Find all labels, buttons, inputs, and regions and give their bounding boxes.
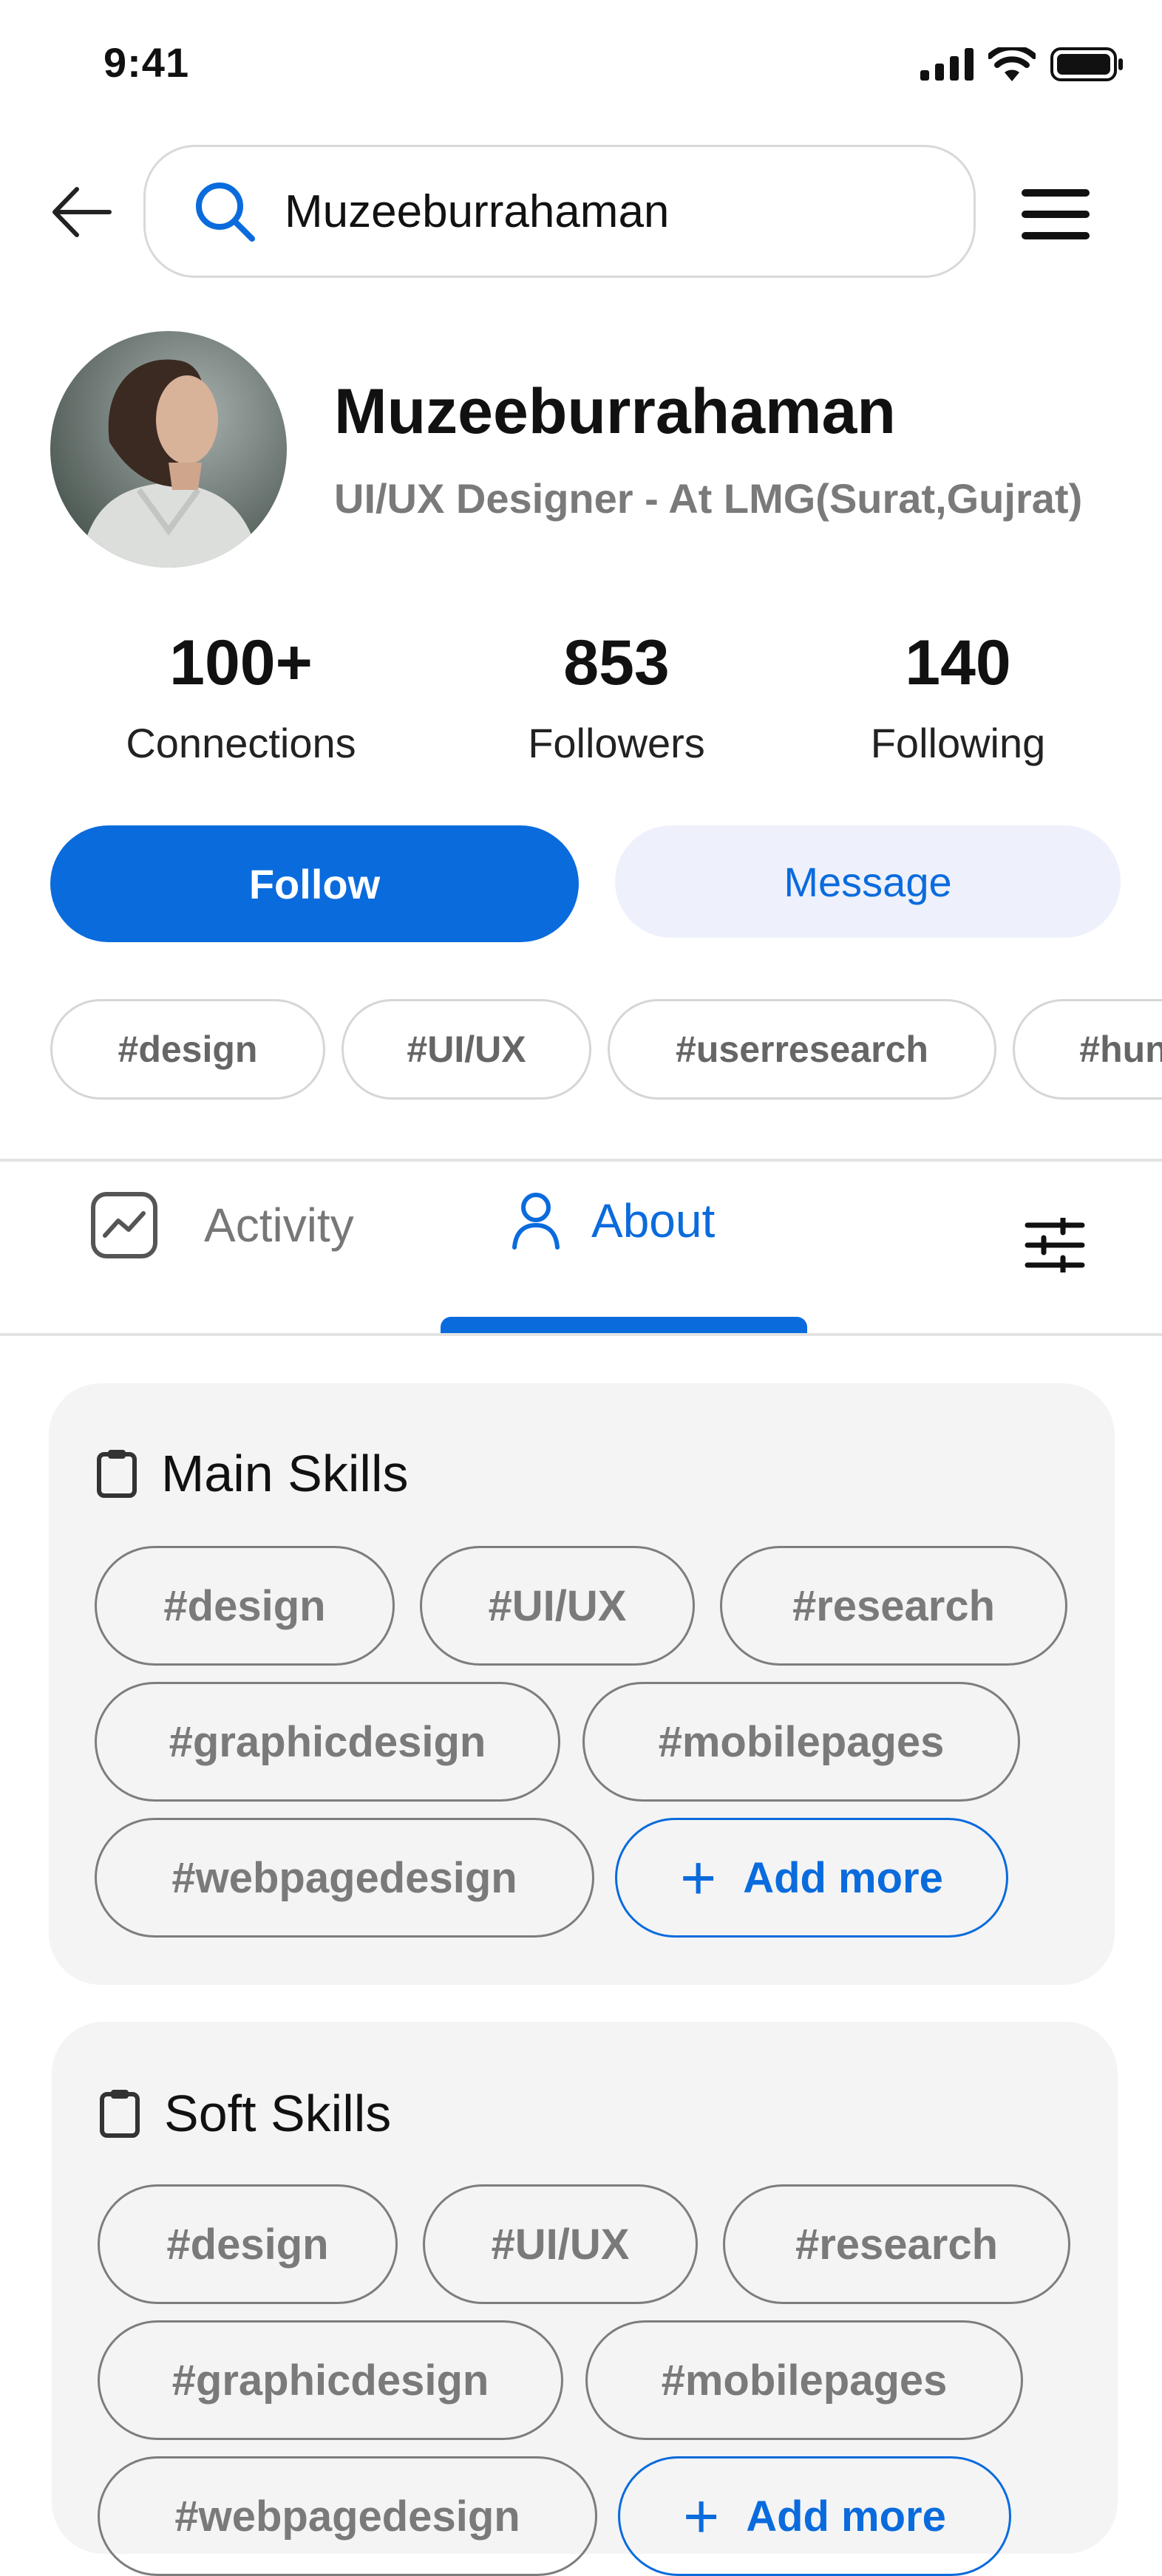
- activity-chart-icon: [91, 1192, 157, 1258]
- signal-icon: [920, 48, 974, 81]
- main-skills-title: Main Skills: [161, 1445, 409, 1502]
- back-arrow-icon[interactable]: [50, 186, 112, 238]
- main-skills-card: Main Skills #design #UI/UX #research #gr…: [49, 1383, 1115, 1985]
- tab-activity-label: Activity: [204, 1199, 354, 1252]
- search-icon: [196, 183, 255, 242]
- skill-tag[interactable]: #UI/UX: [420, 1546, 695, 1666]
- skill-tag[interactable]: #UI/UX: [423, 2184, 698, 2304]
- profile-title: UI/UX Designer - At LMG(Surat,Gujrat): [334, 475, 1083, 522]
- battery-icon: [1050, 47, 1123, 81]
- search-input[interactable]: [283, 184, 877, 239]
- stat-value: 140: [905, 627, 1011, 698]
- card-header: Soft Skills: [99, 2084, 391, 2143]
- skill-tag[interactable]: #research: [720, 1546, 1067, 1666]
- clipboard-icon: [97, 1450, 137, 1498]
- skill-tag[interactable]: #mobilepages: [582, 1682, 1020, 1802]
- soft-skills-title: Soft Skills: [164, 2085, 392, 2142]
- hashtag-chip[interactable]: #UI/UX: [342, 999, 591, 1100]
- add-more-label: Add more: [743, 1853, 943, 1902]
- clipboard-icon: [100, 2090, 140, 2138]
- stat-label: Followers: [528, 720, 705, 766]
- wifi-icon: [988, 47, 1036, 81]
- filter-sliders-icon[interactable]: [1025, 1218, 1085, 1272]
- stat-value: 100+: [169, 627, 313, 698]
- add-more-button[interactable]: + Add more: [618, 2456, 1011, 2576]
- skill-tag[interactable]: #mobilepages: [585, 2320, 1023, 2440]
- status-time: 9:41: [103, 39, 190, 86]
- stat-label: Following: [870, 720, 1046, 766]
- skill-tag[interactable]: #design: [98, 2184, 398, 2304]
- hashtag-chip[interactable]: #design: [50, 999, 325, 1100]
- hamburger-menu-icon[interactable]: [1020, 186, 1091, 242]
- avatar-photo: [50, 331, 287, 568]
- message-button[interactable]: Message: [615, 825, 1121, 938]
- tab-about-label: About: [591, 1194, 716, 1247]
- user-icon: [512, 1193, 560, 1250]
- soft-skills-card: Soft Skills #design #UI/UX #research #gr…: [52, 2022, 1118, 2576]
- divider: [0, 1333, 1162, 1336]
- stat-connections[interactable]: 100+ Connections: [78, 627, 404, 767]
- stat-following[interactable]: 140 Following: [795, 627, 1121, 767]
- plus-icon: +: [683, 2481, 720, 2551]
- stat-value: 853: [563, 627, 670, 698]
- profile-name: Muzeeburrahaman: [334, 376, 896, 447]
- divider: [0, 1159, 1162, 1162]
- tab-activity[interactable]: Activity: [90, 1191, 354, 1259]
- skill-tag[interactable]: #research: [723, 2184, 1070, 2304]
- search-bar[interactable]: [143, 145, 976, 278]
- avatar[interactable]: [50, 331, 287, 568]
- hashtag-chip[interactable]: #hun: [1013, 999, 1162, 1100]
- add-more-button[interactable]: + Add more: [615, 1818, 1008, 1938]
- stat-followers[interactable]: 853 Followers: [454, 627, 779, 767]
- skill-tag[interactable]: #webpagedesign: [95, 1818, 594, 1938]
- card-header: Main Skills: [96, 1444, 409, 1503]
- add-more-label: Add more: [746, 2492, 946, 2541]
- skill-tag[interactable]: #webpagedesign: [98, 2456, 597, 2576]
- skill-tag[interactable]: #design: [95, 1546, 395, 1666]
- hashtag-row[interactable]: #design #UI/UX #userresearch #hun: [50, 999, 1162, 1103]
- follow-button[interactable]: Follow: [50, 825, 579, 942]
- tab-about[interactable]: About: [510, 1191, 715, 1250]
- skill-tag[interactable]: #graphicdesign: [95, 1682, 560, 1802]
- status-icons: [920, 47, 1124, 81]
- hashtag-chip[interactable]: #userresearch: [608, 999, 996, 1100]
- skill-tag[interactable]: #graphicdesign: [98, 2320, 563, 2440]
- stat-label: Connections: [126, 720, 356, 766]
- plus-icon: +: [680, 1843, 717, 1912]
